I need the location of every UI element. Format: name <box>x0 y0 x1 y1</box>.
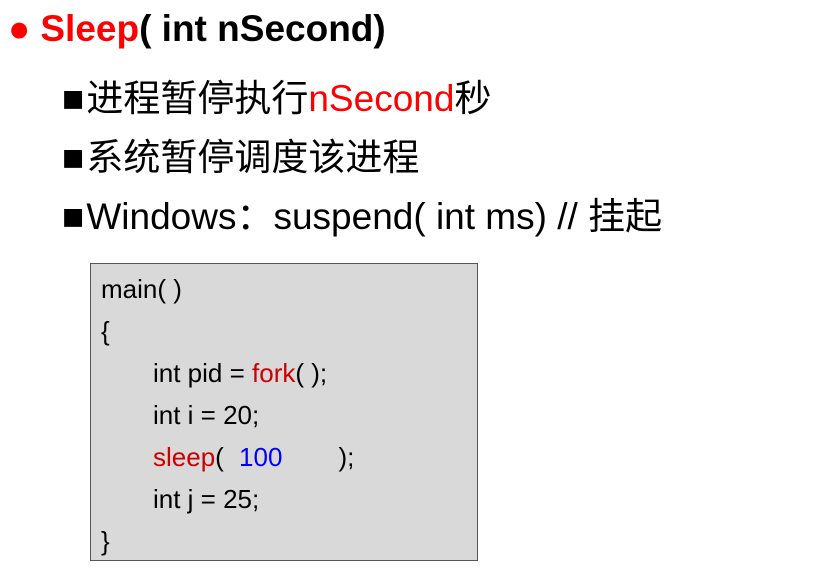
code-sleep-arg: 100 <box>239 442 283 472</box>
code-line-int-j: int j = 25; <box>153 484 260 514</box>
point-text-pre: 进程暂停执行 <box>86 78 309 119</box>
point-text: Windows：suspend( int ms) // 挂起 <box>86 196 663 237</box>
bullet-dot-icon: ● <box>8 8 31 49</box>
point-windows-suspend: ■Windows：suspend( int ms) // 挂起 <box>62 186 662 240</box>
square-bullet-icon: ■ <box>62 78 85 119</box>
point-pause-seconds: ■进程暂停执行nSecond秒 <box>62 68 491 122</box>
point-text-post: 秒 <box>454 78 492 119</box>
code-sleep-paren: ( <box>215 442 232 472</box>
code-line-sleep: sleep( 100); <box>153 442 354 473</box>
code-line-main: main( ) <box>101 274 182 304</box>
heading-function-name: Sleep <box>40 8 140 49</box>
code-fork-pre: int pid = <box>153 358 253 388</box>
point-highlight: nSecond <box>308 78 455 119</box>
code-fork-func: fork <box>252 358 296 388</box>
code-line-open-brace: { <box>101 316 110 346</box>
code-line-int-i: int i = 20; <box>153 400 260 430</box>
heading-signature: ( int nSecond) <box>139 8 386 49</box>
point-stop-scheduling: ■系统暂停调度该进程 <box>62 127 419 181</box>
code-line-close-brace: } <box>101 526 110 556</box>
square-bullet-icon: ■ <box>62 137 85 178</box>
point-text: 系统暂停调度该进程 <box>86 137 420 178</box>
square-bullet-icon: ■ <box>62 196 85 237</box>
slide-heading: ● Sleep( int nSecond) <box>8 8 386 50</box>
code-fork-post: ( ); <box>295 358 328 388</box>
code-line-fork: int pid = fork( ); <box>153 358 327 389</box>
code-sleep-end: ); <box>338 442 355 472</box>
code-sleep-func: sleep <box>153 442 216 472</box>
code-example-box: main( ) { int pid = fork( ); int i = 20;… <box>90 263 478 561</box>
